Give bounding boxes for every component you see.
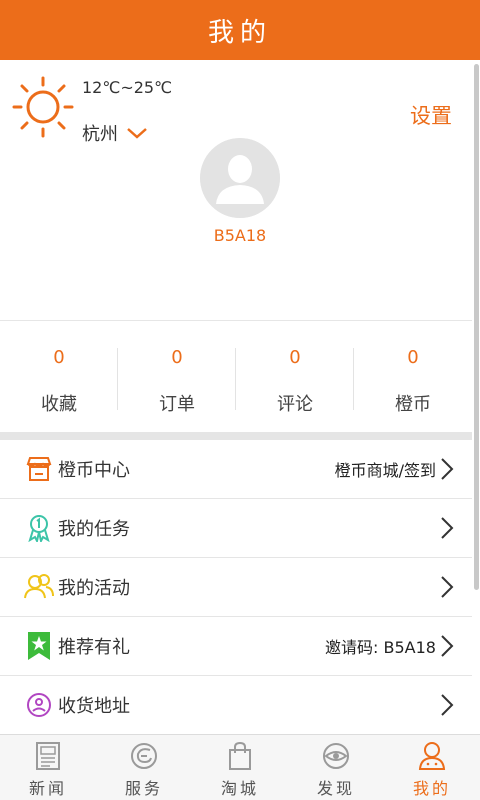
default-avatar-icon: [200, 138, 280, 218]
menu-item-my-tasks[interactable]: 我的任务: [0, 499, 472, 558]
tab-discover[interactable]: 发现: [288, 735, 384, 800]
username: B5A18: [213, 226, 267, 245]
chevron-down-icon: [127, 128, 147, 139]
bag-icon: [229, 741, 251, 770]
people-icon: [24, 572, 54, 602]
section-gap: [0, 432, 472, 440]
stat-value: 0: [407, 347, 419, 368]
stat-favorites[interactable]: 0 收藏: [0, 322, 118, 432]
avatar[interactable]: [200, 138, 280, 218]
menu-item-label: 收货地址: [58, 696, 130, 717]
tab-mine[interactable]: 我的: [384, 735, 480, 800]
menu-item-coin-center[interactable]: 橙币中心 橙币商城/签到: [0, 440, 472, 499]
stat-value: 0: [171, 347, 183, 368]
stat-orders[interactable]: 0 订单: [118, 322, 236, 432]
menu-item-shipping-address[interactable]: 收货地址: [0, 676, 472, 735]
medal-icon: [24, 513, 54, 543]
tab-shop[interactable]: 淘城: [192, 735, 288, 800]
sun-icon: [12, 76, 74, 138]
menu-item-label: 橙币中心: [58, 460, 130, 481]
stats-bar: 0 收藏 0 订单 0 评论 0 橙币: [0, 322, 472, 432]
menu-item-detail: 橙币商城/签到: [334, 461, 436, 480]
menu-item-my-activities[interactable]: 我的活动: [0, 558, 472, 617]
stat-value: 0: [53, 347, 65, 368]
chevron-right-icon: [441, 694, 454, 716]
address-icon: [24, 690, 54, 720]
news-icon: [36, 742, 60, 770]
scrollbar[interactable]: [474, 64, 479, 590]
invite-code: 邀请码: B5A18: [325, 638, 436, 657]
user-icon: [418, 742, 446, 770]
chevron-right-icon: [441, 517, 454, 539]
menu-item-label: 推荐有礼: [58, 637, 130, 658]
tab-label: 我的: [412, 779, 451, 798]
stat-label: 评论: [277, 394, 313, 415]
service-icon: [131, 743, 157, 769]
stat-label: 收藏: [41, 394, 77, 415]
menu-item-label: 我的活动: [58, 578, 130, 599]
tab-label: 服务: [124, 779, 163, 798]
stat-coins[interactable]: 0 橙币: [354, 322, 472, 432]
tab-service[interactable]: 服务: [96, 735, 192, 800]
temperature-range: 12℃~25℃: [82, 78, 173, 97]
menu-list: 橙币中心 橙币商城/签到 我的任务 我的活动 推荐有礼 邀请码: B5A18 收…: [0, 440, 472, 735]
star-badge-icon: [24, 631, 54, 661]
stat-value: 0: [289, 347, 301, 368]
divider: [0, 320, 472, 321]
city-selector[interactable]: 杭州: [82, 120, 148, 146]
chevron-right-icon: [441, 576, 454, 598]
tab-label: 淘城: [220, 779, 259, 798]
tab-label: 发现: [316, 779, 355, 798]
bottom-tab-bar: 新闻 服务 淘城 发现 我的: [0, 734, 480, 800]
tab-label: 新闻: [28, 779, 67, 798]
settings-button[interactable]: 设置: [410, 100, 452, 130]
chevron-right-icon: [441, 635, 454, 657]
tab-news[interactable]: 新闻: [0, 735, 96, 800]
stat-label: 订单: [159, 394, 195, 415]
stat-label: 橙币: [395, 394, 431, 415]
eye-icon: [323, 743, 349, 769]
profile-section: 12℃~25℃ 杭州 设置 B5A18: [0, 60, 480, 320]
menu-item-label: 我的任务: [58, 519, 130, 540]
page-title: 我的: [207, 17, 272, 48]
shop-icon: [24, 454, 54, 484]
stat-comments[interactable]: 0 评论: [236, 322, 354, 432]
chevron-right-icon: [441, 458, 454, 480]
menu-item-referral[interactable]: 推荐有礼 邀请码: B5A18: [0, 617, 472, 676]
city-name: 杭州: [82, 124, 118, 145]
title-bar: 我的: [0, 0, 480, 60]
